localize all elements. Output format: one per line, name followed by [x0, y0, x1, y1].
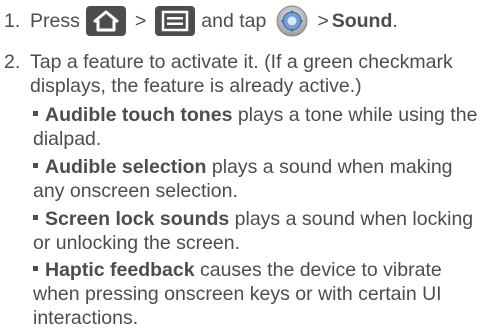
step-1: 1. Press > and tap > Sound .	[4, 5, 482, 39]
bullet-icon	[33, 163, 38, 169]
step-1-separator-2: >	[317, 10, 329, 32]
step-2-text: Tap a feature to activate it. (If a gree…	[30, 51, 453, 97]
feature-item: Audible selection plays a sound when mak…	[33, 155, 482, 203]
feature-item: Haptic feedback causes the device to vib…	[33, 258, 482, 330]
bullet-icon	[33, 215, 38, 221]
feature-name: Haptic feedback	[45, 259, 195, 281]
sound-target: Sound	[331, 10, 393, 32]
step-2-number: 2.	[4, 51, 21, 73]
feature-name: Audible touch tones	[45, 104, 233, 126]
step-1-body: Press > and tap > Sound .	[30, 5, 482, 37]
bullet-icon	[33, 111, 38, 117]
home-icon	[85, 6, 126, 36]
step-1-number: 1.	[4, 10, 21, 32]
step-1-end: .	[392, 10, 398, 32]
step-1-and-tap-text: and tap	[201, 10, 267, 32]
step-1-press-text: Press	[30, 10, 80, 32]
menu-icon	[155, 6, 196, 36]
bullet-icon	[33, 266, 38, 272]
settings-icon	[276, 5, 308, 37]
feature-item: Audible touch tones plays a tone while u…	[33, 103, 482, 151]
feature-item: Screen lock sounds plays a sound when lo…	[33, 207, 482, 255]
feature-name: Audible selection	[45, 156, 207, 178]
instructions-page: 1. Press > and tap > Sound . 2. Tap a fe…	[0, 0, 486, 335]
step-1-separator-1: >	[134, 10, 147, 32]
feature-name: Screen lock sounds	[45, 208, 230, 230]
